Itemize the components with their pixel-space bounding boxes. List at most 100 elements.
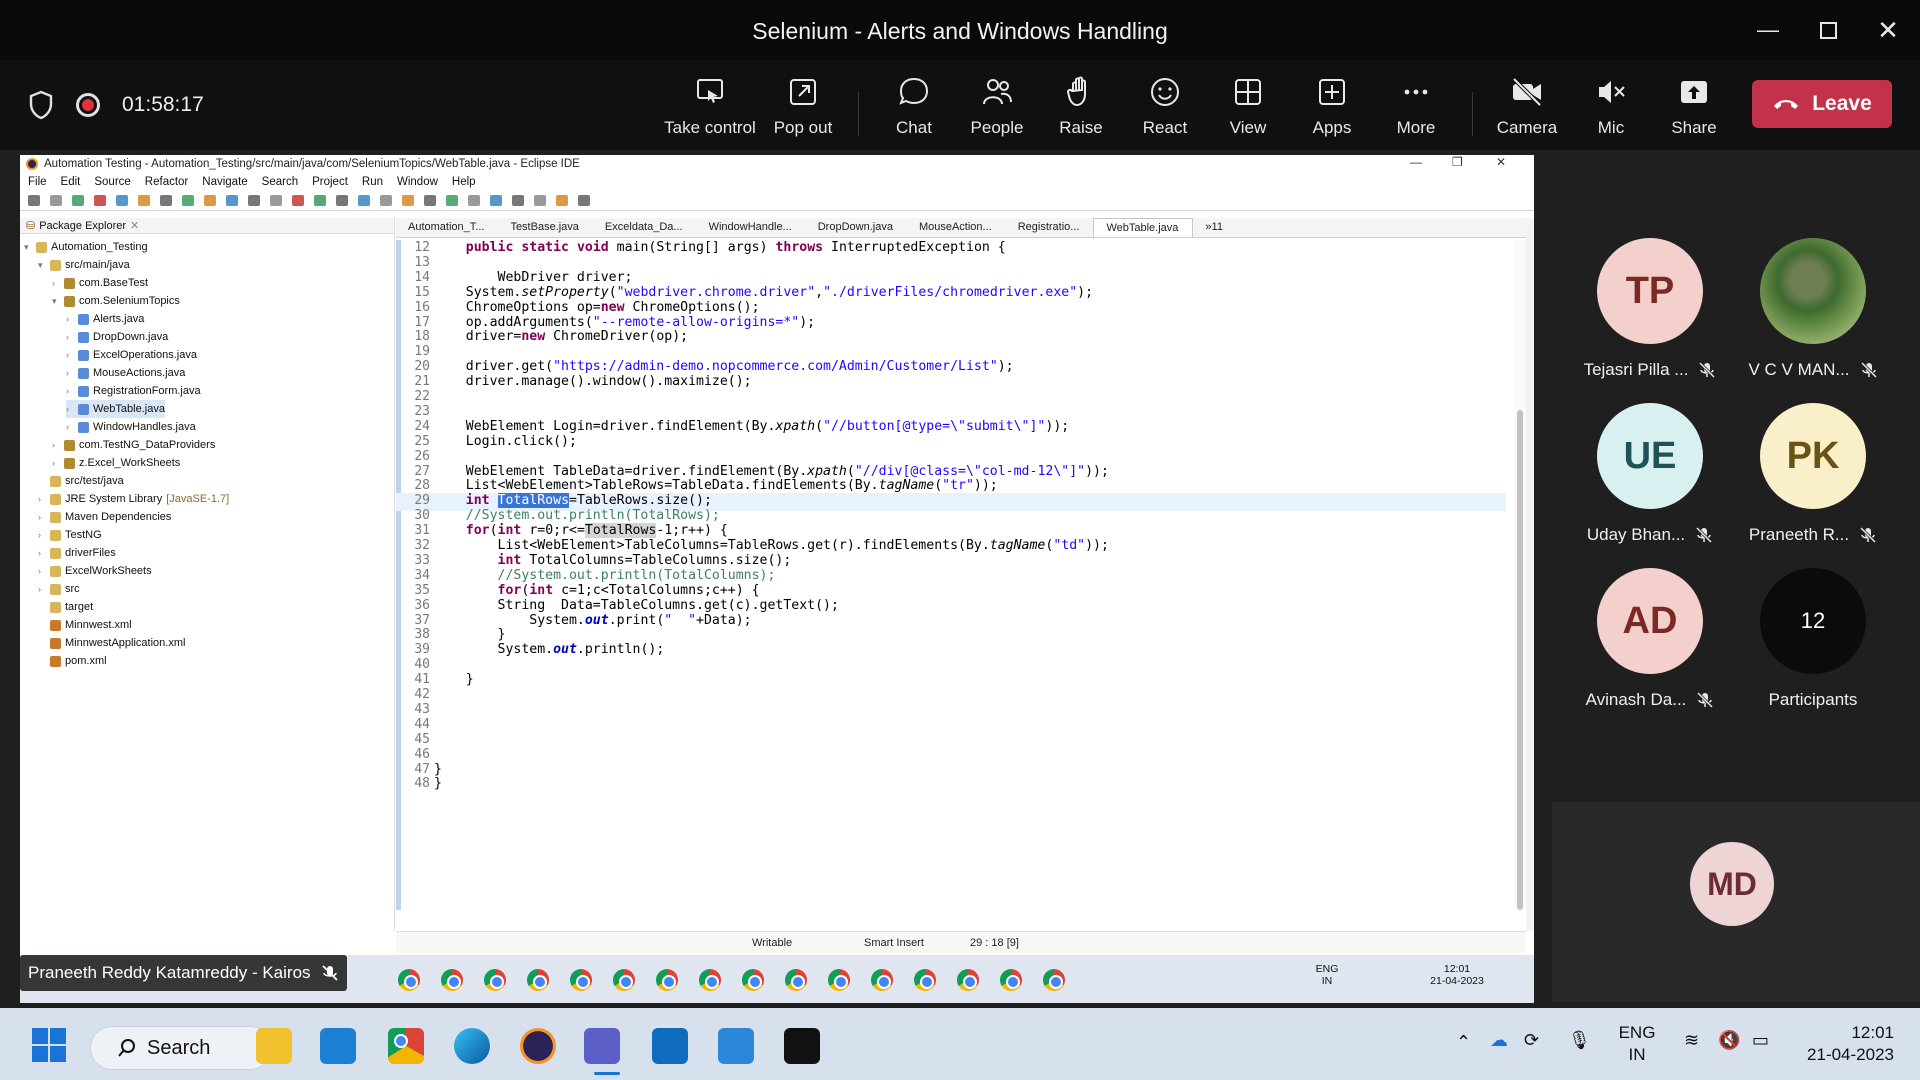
toolbar-tool-icon[interactable] bbox=[72, 195, 84, 206]
expand-arrow-icon[interactable]: ▾ bbox=[24, 242, 32, 253]
editor-tab[interactable]: Exceldata_Da... bbox=[593, 218, 697, 237]
tree-item[interactable]: ▾ com.SeleniumTopics bbox=[52, 292, 180, 310]
editor-tab[interactable]: Automation_T... bbox=[396, 218, 498, 237]
code-editor[interactable]: Automation_T... TestBase.java Exceldata_Da… bbox=[396, 218, 1526, 931]
wifi-icon[interactable]: ≋ bbox=[1684, 1030, 1699, 1051]
editor-tab[interactable]: WindowHandle... bbox=[697, 218, 806, 237]
expand-arrow-icon[interactable]: › bbox=[66, 386, 74, 396]
expand-arrow-icon[interactable]: › bbox=[66, 314, 74, 324]
editor-tab[interactable]: WebTable.java bbox=[1093, 218, 1194, 237]
chrome-icon[interactable] bbox=[699, 969, 721, 991]
chrome-icon[interactable] bbox=[785, 969, 807, 991]
chrome-icon[interactable] bbox=[484, 969, 506, 991]
tree-item[interactable]: › ExcelOperations.java bbox=[66, 346, 197, 364]
tree-item[interactable]: › ExcelWorkSheets bbox=[38, 562, 152, 580]
menu-source[interactable]: Source bbox=[94, 176, 130, 188]
take-control-button[interactable]: Take control bbox=[664, 74, 756, 144]
toolbar-tool-icon[interactable] bbox=[446, 195, 458, 206]
expand-arrow-icon[interactable]: › bbox=[38, 566, 46, 576]
close-window-button[interactable]: ✕ bbox=[1868, 14, 1908, 46]
tree-item[interactable]: ▾ src/main/java bbox=[38, 256, 130, 274]
leave-button[interactable]: Leave bbox=[1752, 80, 1892, 128]
expand-arrow-icon[interactable]: › bbox=[38, 512, 46, 522]
participant-tile[interactable]: TP Tejasri Pilla ... bbox=[1570, 238, 1730, 380]
outlook-icon[interactable] bbox=[652, 1028, 688, 1064]
editor-tab[interactable]: DropDown.java bbox=[806, 218, 907, 237]
chrome-icon[interactable] bbox=[957, 969, 979, 991]
chrome-icon[interactable] bbox=[388, 1028, 424, 1064]
toolbar-tool-icon[interactable] bbox=[468, 195, 480, 206]
tree-item[interactable]: ▾ Automation_Testing bbox=[24, 238, 148, 256]
horizontal-scrollbar[interactable] bbox=[436, 914, 1496, 924]
more-button[interactable]: More bbox=[1374, 74, 1458, 144]
toolbar-tool-icon[interactable] bbox=[248, 195, 260, 206]
toolbar-tool-icon[interactable] bbox=[490, 195, 502, 206]
teams-icon[interactable] bbox=[584, 1028, 620, 1064]
menu-refactor[interactable]: Refactor bbox=[145, 176, 188, 188]
react-button[interactable]: React bbox=[1123, 74, 1207, 144]
toolbar-tool-icon[interactable] bbox=[28, 195, 40, 206]
chat-button[interactable]: Chat bbox=[872, 74, 956, 144]
toolbar-tool-icon[interactable] bbox=[138, 195, 150, 206]
chrome-icon[interactable] bbox=[656, 969, 678, 991]
menu-run[interactable]: Run bbox=[362, 176, 383, 188]
tree-item[interactable]: › driverFiles bbox=[38, 544, 116, 562]
notepad-icon[interactable] bbox=[718, 1028, 754, 1064]
toolbar-tool-icon[interactable] bbox=[424, 195, 436, 206]
eclipse-close-button[interactable]: ✕ bbox=[1496, 155, 1506, 169]
toolbar-tool-icon[interactable] bbox=[94, 195, 106, 206]
battery-icon[interactable]: ▭ bbox=[1752, 1030, 1769, 1051]
editor-tab[interactable]: »11 bbox=[1193, 218, 1237, 237]
tree-item[interactable]: › JRE System Library [JavaSE-1.7] bbox=[38, 490, 229, 508]
participant-tile[interactable]: V C V MAN... bbox=[1733, 238, 1893, 380]
menu-file[interactable]: File bbox=[28, 176, 47, 188]
taskbar-clock[interactable]: 12:01 21-04-2023 bbox=[1794, 1022, 1894, 1066]
expand-arrow-icon[interactable]: › bbox=[52, 440, 60, 450]
tree-item[interactable]: › DropDown.java bbox=[66, 328, 168, 346]
tree-item[interactable]: Minnwest.xml bbox=[38, 616, 132, 634]
tree-item[interactable]: › com.BaseTest bbox=[52, 274, 148, 292]
file-explorer-icon[interactable] bbox=[256, 1028, 292, 1064]
expand-arrow-icon[interactable]: › bbox=[66, 422, 74, 432]
tree-item[interactable]: › z.Excel_WorkSheets bbox=[52, 454, 180, 472]
chrome-icon[interactable] bbox=[1000, 969, 1022, 991]
tree-item[interactable]: target bbox=[38, 598, 93, 616]
eclipse-maximize-button[interactable]: ❐ bbox=[1452, 155, 1463, 169]
tree-item[interactable]: › com.TestNG_DataProviders bbox=[52, 436, 215, 454]
code-lines[interactable]: 12 public static void main(String[] args… bbox=[396, 240, 1511, 910]
expand-arrow-icon[interactable]: ▾ bbox=[38, 260, 46, 271]
chrome-icon[interactable] bbox=[871, 969, 893, 991]
tree-item[interactable]: › src bbox=[38, 580, 80, 598]
participant-tile[interactable]: PK Praneeth R... bbox=[1733, 403, 1893, 545]
toolbar-tool-icon[interactable] bbox=[380, 195, 392, 206]
expand-arrow-icon[interactable]: › bbox=[66, 350, 74, 360]
toolbar-tool-icon[interactable] bbox=[402, 195, 414, 206]
expand-arrow-icon[interactable]: › bbox=[38, 494, 46, 504]
editor-tab[interactable]: Registratio... bbox=[1006, 218, 1094, 237]
toolbar-tool-icon[interactable] bbox=[116, 195, 128, 206]
eclipse-app-icon[interactable] bbox=[520, 1028, 556, 1064]
sync-icon[interactable]: ⟳ bbox=[1524, 1030, 1539, 1051]
menu-navigate[interactable]: Navigate bbox=[202, 176, 247, 188]
chevron-up-icon[interactable]: ⌃ bbox=[1456, 1032, 1471, 1053]
pop-out-button[interactable]: Pop out bbox=[761, 74, 845, 144]
mic-off-icon[interactable]: 🎙 bbox=[1568, 1030, 1591, 1051]
expand-arrow-icon[interactable]: › bbox=[66, 404, 74, 414]
vertical-scrollbar[interactable] bbox=[1514, 240, 1526, 910]
expand-arrow-icon[interactable]: › bbox=[38, 548, 46, 558]
apps-button[interactable]: Apps bbox=[1290, 74, 1374, 144]
menu-search[interactable]: Search bbox=[262, 176, 298, 188]
toolbar-tool-icon[interactable] bbox=[292, 195, 304, 206]
chrome-icon[interactable] bbox=[613, 969, 635, 991]
maximize-button[interactable] bbox=[1808, 14, 1848, 46]
expand-arrow-icon[interactable]: › bbox=[52, 458, 60, 468]
toolbar-tool-icon[interactable] bbox=[534, 195, 546, 206]
chrome-icon[interactable] bbox=[527, 969, 549, 991]
toolbar-tool-icon[interactable] bbox=[578, 195, 590, 206]
edge-icon[interactable] bbox=[454, 1028, 490, 1064]
expand-arrow-icon[interactable]: › bbox=[38, 584, 46, 594]
chrome-icon[interactable] bbox=[828, 969, 850, 991]
share-button[interactable]: Share bbox=[1652, 74, 1736, 144]
participant-tile[interactable]: UE Uday Bhan... bbox=[1570, 403, 1730, 545]
view-button[interactable]: View bbox=[1206, 74, 1290, 144]
